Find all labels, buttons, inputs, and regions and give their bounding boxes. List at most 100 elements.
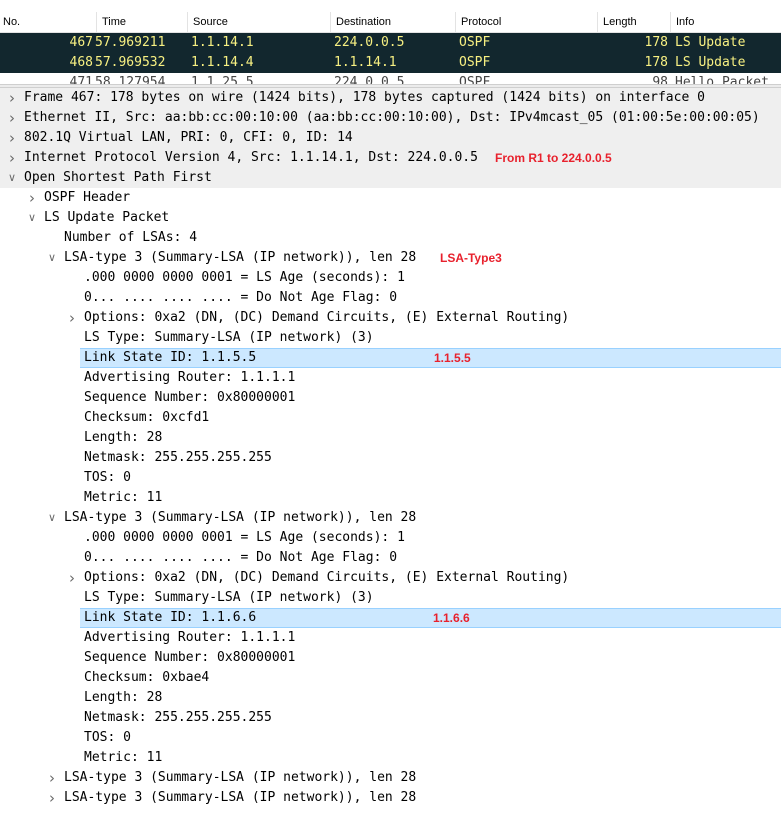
- tree-item-label: LS Update Packet: [44, 210, 170, 225]
- tree-item[interactable]: Checksum: 0xcfd1: [0, 408, 781, 428]
- chevron-right-icon[interactable]: ›: [45, 788, 59, 808]
- tree-item[interactable]: › Ethernet II, Src: aa:bb:cc:00:10:00 (aa…: [0, 108, 781, 128]
- column-header-destination[interactable]: Destination: [330, 12, 455, 32]
- tree-item-label: LSA-type 3 (Summary-LSA (IP network)), l…: [64, 510, 417, 525]
- column-header-protocol[interactable]: Protocol: [455, 12, 597, 32]
- tree-item-label: Frame 467: 178 bytes on wire (1424 bits)…: [24, 90, 705, 105]
- packet-cell-destination: 1.1.14.1: [334, 55, 397, 70]
- chevron-right-icon[interactable]: ›: [65, 568, 79, 588]
- tree-item[interactable]: ∨ LSA-type 3 (Summary-LSA (IP network)), …: [0, 248, 781, 268]
- packet-cell-length: 178: [644, 55, 668, 70]
- tree-item-label: 802.1Q Virtual LAN, PRI: 0, CFI: 0, ID: …: [24, 130, 353, 145]
- tree-item-label: .000 0000 0000 0001 = LS Age (seconds): …: [84, 270, 405, 285]
- tree-item-label: Advertising Router: 1.1.1.1: [84, 370, 296, 385]
- tree-item[interactable]: Link State ID: 1.1.6.6 1.1.6.6: [0, 608, 781, 628]
- chevron-down-icon[interactable]: ∨: [45, 248, 59, 268]
- tree-item[interactable]: Length: 28: [0, 428, 781, 448]
- tree-item[interactable]: › Internet Protocol Version 4, Src: 1.1.1…: [0, 148, 781, 168]
- tree-item-label: Ethernet II, Src: aa:bb:cc:00:10:00 (aa:…: [24, 110, 760, 125]
- tree-item[interactable]: › LSA-type 3 (Summary-LSA (IP network)), …: [0, 768, 781, 788]
- column-header-length[interactable]: Length: [597, 12, 670, 32]
- chevron-down-icon[interactable]: ∨: [45, 508, 59, 528]
- packet-cell-destination: 224.0.0.5: [334, 75, 405, 84]
- packet-cell-info: Hello Packet: [675, 75, 769, 84]
- tree-item[interactable]: ∨ LSA-type 3 (Summary-LSA (IP network)), …: [0, 508, 781, 528]
- tree-item-label: Length: 28: [84, 430, 163, 445]
- tree-item[interactable]: Link State ID: 1.1.5.5 1.1.5.5: [0, 348, 781, 368]
- tree-item-label: Sequence Number: 0x80000001: [84, 650, 296, 665]
- tree-item[interactable]: TOS: 0: [0, 728, 781, 748]
- packet-cell-time: 57.969532: [95, 55, 166, 70]
- tree-item[interactable]: ∨ LS Update Packet: [0, 208, 781, 228]
- tree-item-label: Number of LSAs: 4: [64, 230, 198, 245]
- tree-item-label: Options: 0xa2 (DN, (DC) Demand Circuits,…: [84, 570, 570, 585]
- tree-item-label: LS Type: Summary-LSA (IP network) (3): [84, 590, 374, 605]
- chevron-right-icon[interactable]: ›: [65, 308, 79, 328]
- tree-item[interactable]: .000 0000 0000 0001 = LS Age (seconds): …: [0, 268, 781, 288]
- tree-item-label: Sequence Number: 0x80000001: [84, 390, 296, 405]
- chevron-right-icon[interactable]: ›: [5, 128, 19, 148]
- annotation-label: From R1 to 224.0.0.5: [495, 151, 612, 165]
- tree-item-label: Advertising Router: 1.1.1.1: [84, 630, 296, 645]
- tree-item[interactable]: › LSA-type 3 (Summary-LSA (IP network)), …: [0, 788, 781, 808]
- packet-cell-source: 1.1.14.4: [191, 55, 254, 70]
- tree-item[interactable]: › 802.1Q Virtual LAN, PRI: 0, CFI: 0, ID:…: [0, 128, 781, 148]
- tree-item[interactable]: › Options: 0xa2 (DN, (DC) Demand Circuits…: [0, 568, 781, 588]
- tree-item[interactable]: ∨ Open Shortest Path First: [0, 168, 781, 188]
- column-header-time[interactable]: Time: [96, 12, 187, 32]
- tree-item-label: Netmask: 255.255.255.255: [84, 710, 272, 725]
- tree-item-label: 0... .... .... .... = Do Not Age Flag: 0: [84, 290, 398, 305]
- tree-item-label: Checksum: 0xbae4: [84, 670, 210, 685]
- tree-item[interactable]: TOS: 0: [0, 468, 781, 488]
- column-header-info[interactable]: Info: [670, 12, 781, 32]
- packet-cell-no: 467: [69, 35, 93, 50]
- packet-list-header: No. Time Source Destination Protocol Len…: [0, 12, 781, 33]
- tree-item[interactable]: Metric: 11: [0, 748, 781, 768]
- chevron-down-icon[interactable]: ∨: [25, 208, 39, 228]
- chevron-right-icon[interactable]: ›: [5, 148, 19, 168]
- chevron-right-icon[interactable]: ›: [5, 88, 19, 108]
- annotation-label: LSA-Type3: [440, 251, 502, 265]
- tree-item[interactable]: LS Type: Summary-LSA (IP network) (3): [0, 588, 781, 608]
- tree-item[interactable]: Netmask: 255.255.255.255: [0, 448, 781, 468]
- packet-cell-destination: 224.0.0.5: [334, 35, 405, 50]
- chevron-right-icon[interactable]: ›: [5, 108, 19, 128]
- column-header-no[interactable]: No.: [0, 12, 96, 32]
- tree-item[interactable]: 0... .... .... .... = Do Not Age Flag: 0: [0, 548, 781, 568]
- tree-item-label: Netmask: 255.255.255.255: [84, 450, 272, 465]
- packet-cell-source: 1.1.25.5: [191, 75, 254, 84]
- tree-item[interactable]: Number of LSAs: 4: [0, 228, 781, 248]
- tree-item[interactable]: Metric: 11: [0, 488, 781, 508]
- packet-cell-info: LS Update: [675, 55, 746, 70]
- tree-item-label: TOS: 0: [84, 730, 131, 745]
- tree-item[interactable]: Advertising Router: 1.1.1.1: [0, 368, 781, 388]
- packet-row[interactable]: 468 57.969532 1.1.14.4 1.1.14.1 OSPF 178 LS Up…: [0, 53, 781, 73]
- tree-item[interactable]: Checksum: 0xbae4: [0, 668, 781, 688]
- tree-item-label: Link State ID: 1.1.6.6: [84, 610, 257, 625]
- tree-item-label: LS Type: Summary-LSA (IP network) (3): [84, 330, 374, 345]
- tree-item[interactable]: › Options: 0xa2 (DN, (DC) Demand Circuits…: [0, 308, 781, 328]
- packet-list: No. Time Source Destination Protocol Len…: [0, 0, 781, 84]
- tree-item[interactable]: Sequence Number: 0x80000001: [0, 648, 781, 668]
- packet-cell-time: 57.969211: [95, 35, 166, 50]
- tree-item[interactable]: Length: 28: [0, 688, 781, 708]
- tree-item[interactable]: .000 0000 0000 0001 = LS Age (seconds): …: [0, 528, 781, 548]
- tree-item[interactable]: Sequence Number: 0x80000001: [0, 388, 781, 408]
- tree-item-label: 0... .... .... .... = Do Not Age Flag: 0: [84, 550, 398, 565]
- tree-item[interactable]: 0... .... .... .... = Do Not Age Flag: 0: [0, 288, 781, 308]
- tree-item[interactable]: Netmask: 255.255.255.255: [0, 708, 781, 728]
- column-header-source[interactable]: Source: [187, 12, 330, 32]
- tree-item[interactable]: › Frame 467: 178 bytes on wire (1424 bits…: [0, 88, 781, 108]
- tree-item[interactable]: › OSPF Header: [0, 188, 781, 208]
- annotation-label: 1.1.6.6: [433, 611, 470, 625]
- chevron-right-icon[interactable]: ›: [25, 188, 39, 208]
- packet-cell-time: 58.127954: [95, 75, 166, 84]
- packet-row[interactable]: 471 58.127954 1.1.25.5 224.0.0.5 OSPF 98 Hello…: [0, 73, 781, 84]
- packet-row[interactable]: 467 57.969211 1.1.14.1 224.0.0.5 OSPF 178 LS U…: [0, 33, 781, 53]
- tree-item[interactable]: Advertising Router: 1.1.1.1: [0, 628, 781, 648]
- chevron-down-icon[interactable]: ∨: [5, 168, 19, 188]
- tree-item-label: LSA-type 3 (Summary-LSA (IP network)), l…: [64, 790, 417, 805]
- chevron-right-icon[interactable]: ›: [45, 768, 59, 788]
- tree-item-label: Open Shortest Path First: [24, 170, 212, 185]
- tree-item[interactable]: LS Type: Summary-LSA (IP network) (3): [0, 328, 781, 348]
